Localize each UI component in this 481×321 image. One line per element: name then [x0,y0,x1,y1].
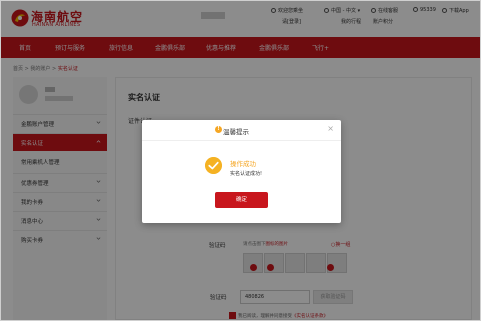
browser-frame: 海南航空 HAINAN AIRLINES 欢迎您乘坐 中国 - 中文 ▾ 在线客… [0,0,481,321]
dialog-title: 温馨提示 [223,128,249,136]
dialog-header: ! 温馨提示 × [142,120,341,141]
notice-dialog: ! 温馨提示 × 操作成功 实名认证成功! 确定 [142,120,341,223]
info-icon: ! [215,126,222,133]
confirm-button[interactable]: 确定 [215,192,268,208]
success-title: 操作成功 [230,160,256,168]
success-message: 实名认证成功! [230,171,263,177]
close-icon[interactable]: × [327,124,334,134]
success-check-icon [205,157,222,174]
